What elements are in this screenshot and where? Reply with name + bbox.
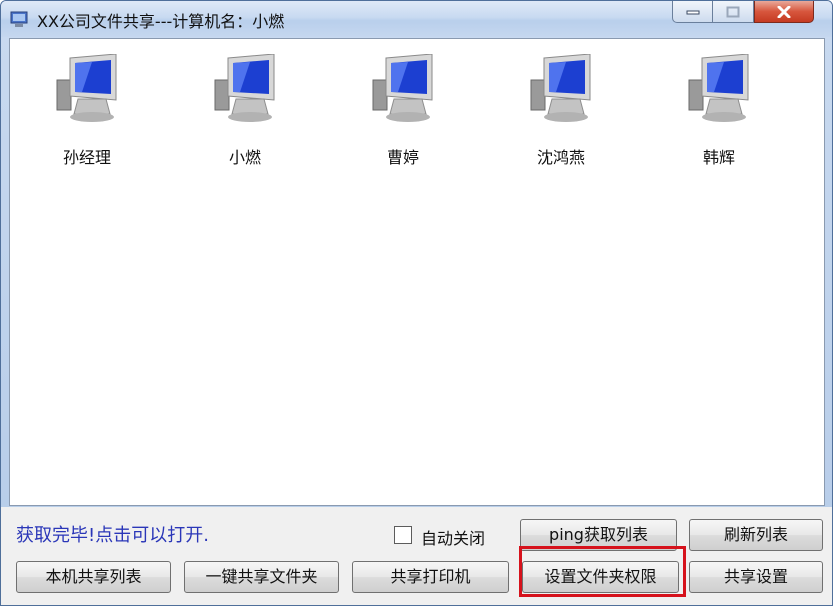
maximize-button[interactable] [713,1,754,23]
computer-name: 孙经理 [62,148,111,167]
computer-item[interactable]: 沈鸿燕 [506,54,616,174]
computer-icon [56,54,117,122]
auto-close-label[interactable]: 自动关闭 [421,525,485,549]
computer-icon [530,54,591,122]
one-click-share-folder-button[interactable]: 一键共享文件夹 [184,561,339,593]
computer-name: 曹婷 [386,148,419,167]
computer-item[interactable]: 曹婷 [348,54,458,174]
status-text: 获取完毕!点击可以打开. [16,525,209,546]
bottom-toolbar: 获取完毕!点击可以打开. 自动关闭 ping获取列表 刷新列表 本机共享列表 一… [1,507,832,605]
computer-name: 沈鸿燕 [536,148,585,167]
computer-name: 小燃 [228,148,261,167]
close-icon [777,5,791,18]
maximize-icon [726,6,740,17]
computer-name: 韩辉 [702,148,735,167]
refresh-list-button[interactable]: 刷新列表 [689,519,823,551]
minimize-button[interactable] [672,1,713,23]
computer-item[interactable]: 小燃 [190,54,300,174]
minimize-icon [686,10,699,14]
window-title: XX公司文件共享---计算机名：小燃 [37,12,285,31]
title-bar[interactable]: XX公司文件共享---计算机名：小燃 [1,1,832,37]
computer-icon [688,54,749,122]
computer-list-panel[interactable]: 孙经理 小燃 曹婷 沈鸿燕 韩辉 [9,38,825,506]
share-settings-button[interactable]: 共享设置 [689,561,823,593]
computer-item[interactable]: 韩辉 [664,54,774,174]
auto-close-checkbox[interactable] [394,526,412,544]
highlight-box [519,546,686,597]
computer-item[interactable]: 孙经理 [32,54,142,174]
app-icon [10,11,28,27]
share-printer-button[interactable]: 共享打印机 [352,561,509,593]
close-button[interactable] [754,1,814,23]
local-share-list-button[interactable]: 本机共享列表 [16,561,171,593]
computer-icon [214,54,275,122]
main-window: XX公司文件共享---计算机名：小燃 孙经理 小燃 曹婷 沈鸿燕 韩辉 获取完毕… [0,0,833,606]
computer-icon [372,54,433,122]
